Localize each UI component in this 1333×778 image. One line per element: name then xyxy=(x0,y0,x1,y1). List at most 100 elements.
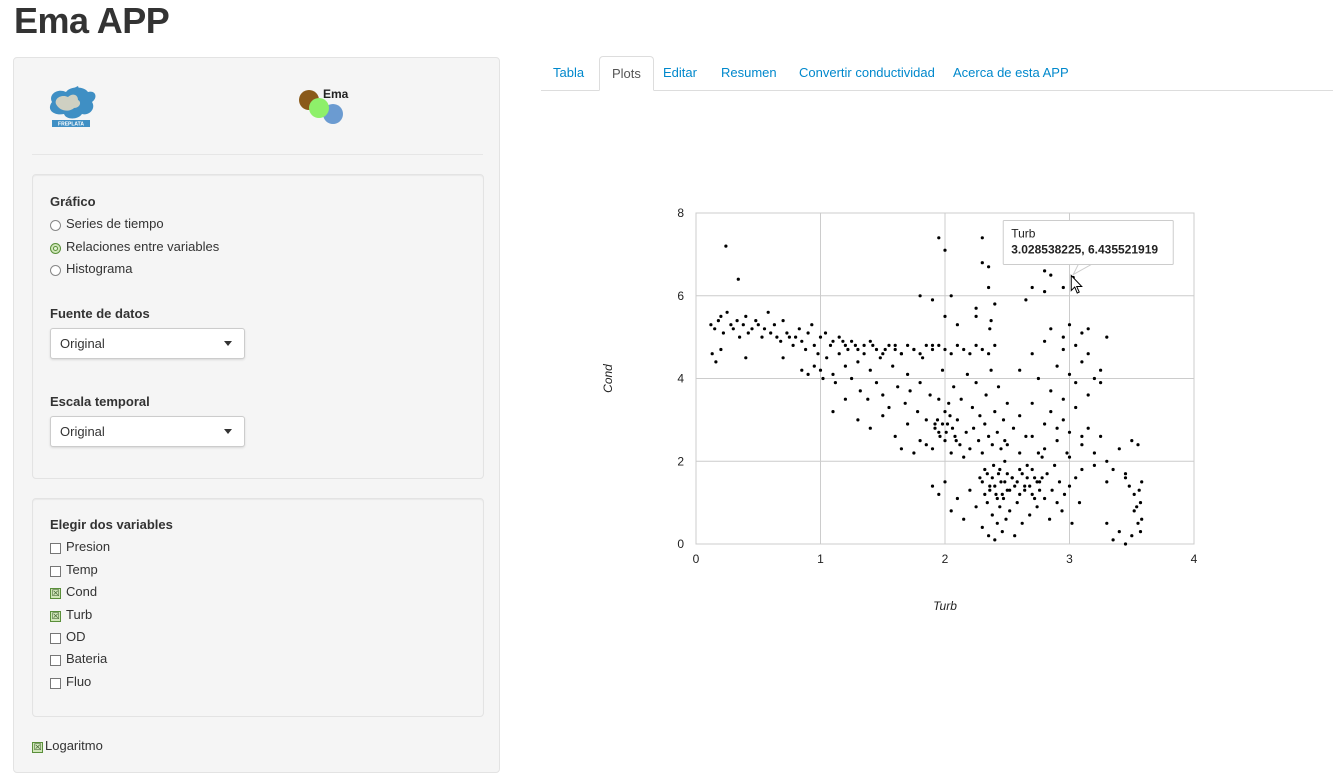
data-point[interactable] xyxy=(779,339,783,343)
checkbox[interactable] xyxy=(50,543,61,554)
data-point[interactable] xyxy=(980,347,984,352)
data-point[interactable] xyxy=(878,356,882,360)
data-point[interactable] xyxy=(1013,484,1017,488)
data-point[interactable] xyxy=(974,505,978,509)
checkbox-fluo[interactable]: Fluo xyxy=(50,674,91,689)
data-point[interactable] xyxy=(999,447,1003,451)
tab-plots[interactable]: Plots xyxy=(599,56,654,91)
data-point[interactable] xyxy=(1020,521,1024,525)
checkbox-checked[interactable]: ☒ xyxy=(50,611,61,622)
data-point[interactable] xyxy=(974,381,978,385)
data-point[interactable] xyxy=(893,434,897,438)
data-point[interactable] xyxy=(868,426,872,430)
data-point[interactable] xyxy=(1001,418,1006,422)
data-point[interactable] xyxy=(918,381,922,385)
data-point[interactable] xyxy=(1092,451,1096,455)
data-point[interactable] xyxy=(823,331,828,335)
data-point[interactable] xyxy=(1018,368,1022,372)
data-point[interactable] xyxy=(908,389,912,393)
tab-resumen[interactable]: Resumen xyxy=(709,56,789,91)
data-point[interactable] xyxy=(831,372,835,376)
data-point[interactable] xyxy=(804,347,808,352)
data-point[interactable] xyxy=(962,517,966,521)
data-point[interactable] xyxy=(887,343,891,347)
data-point[interactable] xyxy=(930,343,935,347)
data-point[interactable] xyxy=(1033,476,1037,480)
scatter-chart[interactable]: 0 1 2 3 4 0 2 4 6 8 Turb Cond Turb 3.028538225, 6… xyxy=(590,195,1210,625)
data-point[interactable] xyxy=(760,335,764,339)
data-point[interactable] xyxy=(871,343,875,347)
data-point[interactable] xyxy=(977,439,981,443)
radio-button[interactable] xyxy=(50,220,61,231)
data-point[interactable] xyxy=(924,418,928,422)
data-point[interactable] xyxy=(1123,542,1128,546)
data-point[interactable] xyxy=(781,356,785,360)
data-point[interactable] xyxy=(918,294,922,298)
data-point[interactable] xyxy=(1055,364,1059,368)
data-point[interactable] xyxy=(800,368,804,372)
tab-tabla[interactable]: Tabla xyxy=(541,56,596,91)
data-point[interactable] xyxy=(1060,509,1064,513)
data-point[interactable] xyxy=(998,505,1002,509)
data-point[interactable] xyxy=(1130,439,1134,443)
checkbox-temp[interactable]: Temp xyxy=(50,562,98,577)
data-point[interactable] xyxy=(995,521,999,525)
data-point[interactable] xyxy=(999,480,1003,484)
data-point[interactable] xyxy=(1050,488,1054,492)
data-point[interactable] xyxy=(1074,381,1078,385)
data-point[interactable] xyxy=(1099,434,1103,438)
data-point[interactable] xyxy=(1004,517,1008,521)
data-point[interactable] xyxy=(921,356,925,360)
data-point[interactable] xyxy=(987,352,991,356)
data-point[interactable] xyxy=(949,294,953,298)
data-point[interactable] xyxy=(1013,534,1017,538)
data-point[interactable] xyxy=(1092,463,1096,467)
data-point[interactable] xyxy=(887,405,891,410)
data-point[interactable] xyxy=(992,463,996,467)
data-point[interactable] xyxy=(874,347,879,352)
data-point[interactable] xyxy=(980,480,984,484)
data-point[interactable] xyxy=(1105,480,1109,484)
data-point[interactable] xyxy=(974,314,978,318)
data-point[interactable] xyxy=(1138,530,1143,534)
data-point[interactable] xyxy=(1005,443,1009,447)
data-point[interactable] xyxy=(1136,443,1140,447)
data-point[interactable] xyxy=(943,410,947,414)
data-point[interactable] xyxy=(1011,426,1016,430)
data-point[interactable] xyxy=(846,347,850,352)
radio-histograma[interactable]: Histograma xyxy=(50,261,132,276)
data-point[interactable] xyxy=(812,364,816,368)
data-point[interactable] xyxy=(987,265,991,269)
data-point[interactable] xyxy=(843,397,847,401)
data-point[interactable] xyxy=(1136,521,1140,525)
data-point[interactable] xyxy=(953,434,957,438)
data-point[interactable] xyxy=(1043,447,1047,451)
data-point[interactable] xyxy=(955,323,959,327)
data-point[interactable] xyxy=(709,323,713,327)
checkbox-bateria[interactable]: Bateria xyxy=(50,651,107,666)
data-point[interactable] xyxy=(713,327,717,331)
data-point[interactable] xyxy=(856,347,860,352)
data-point[interactable] xyxy=(937,236,941,240)
data-point[interactable] xyxy=(1049,273,1053,277)
data-point[interactable] xyxy=(716,319,720,323)
radio-button-selected[interactable] xyxy=(50,243,61,254)
data-point[interactable] xyxy=(756,323,760,327)
data-point[interactable] xyxy=(1015,480,1019,484)
data-point[interactable] xyxy=(881,393,885,397)
data-point[interactable] xyxy=(750,327,754,331)
data-point[interactable] xyxy=(1127,484,1131,488)
data-point[interactable] xyxy=(1030,434,1034,438)
radio-button[interactable] xyxy=(50,265,61,276)
data-point[interactable] xyxy=(993,410,997,414)
data-point[interactable] xyxy=(1067,323,1072,327)
data-point[interactable] xyxy=(1005,401,1009,405)
data-point[interactable] xyxy=(800,339,804,343)
data-point[interactable] xyxy=(714,360,718,364)
data-point[interactable] xyxy=(1070,521,1074,525)
data-point[interactable] xyxy=(935,418,940,422)
data-point[interactable] xyxy=(940,422,945,426)
data-point[interactable] xyxy=(1117,447,1121,451)
data-point[interactable] xyxy=(1036,451,1040,455)
data-point[interactable] xyxy=(1028,484,1032,488)
